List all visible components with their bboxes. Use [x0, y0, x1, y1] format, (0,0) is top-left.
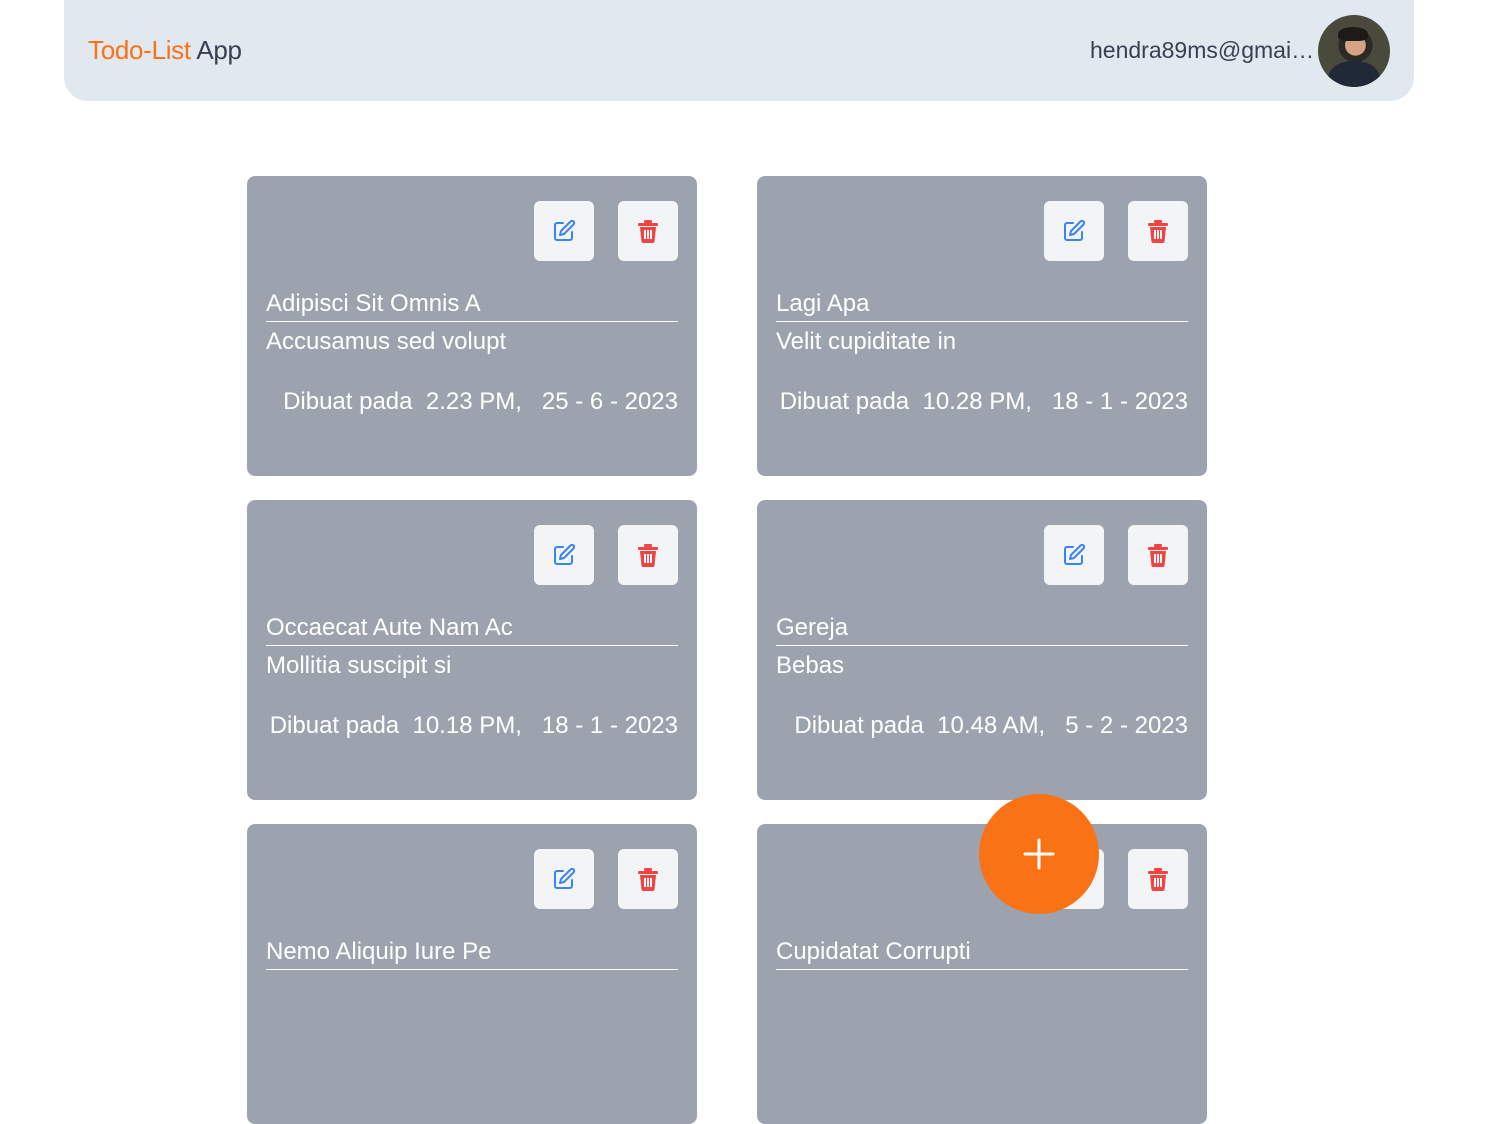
app-header: Todo-List App hendra89ms@gmail.com: [64, 0, 1414, 101]
trash-icon: [638, 544, 658, 567]
todo-title: Adipisci Sit Omnis A: [266, 288, 678, 322]
avatar[interactable]: [1318, 14, 1390, 87]
add-todo-button[interactable]: [979, 794, 1099, 914]
user-email: hendra89ms@gmail.com: [1090, 37, 1316, 63]
todo-description: Mollitia suscipit si: [266, 652, 452, 679]
created-label: Dibuat pada: [794, 712, 924, 739]
created-date: 18 - 1 - 2023: [541, 712, 678, 739]
delete-button[interactable]: [1128, 525, 1188, 585]
plus-icon: [1023, 838, 1055, 870]
edit-icon: [1064, 219, 1086, 241]
created-time: 10.28 PM,: [922, 388, 1032, 415]
todo-created-date: Dibuat pada 10.18 PM, 18 - 1 - 2023: [270, 710, 678, 742]
delete-button[interactable]: [618, 525, 678, 585]
created-time: 2.23 PM,: [425, 388, 522, 415]
trash-icon: [638, 220, 658, 243]
todo-description: Accusamus sed volupt: [266, 328, 507, 355]
created-time: 10.48 AM,: [937, 712, 1046, 739]
todo-title: Gereja: [776, 612, 1188, 646]
edit-button[interactable]: [534, 201, 594, 261]
edit-button[interactable]: [1044, 525, 1104, 585]
trash-icon: [1148, 868, 1168, 891]
app-title-accent: Todo-List: [88, 35, 191, 65]
todo-created-date: Dibuat pada 10.28 PM, 18 - 1 - 2023: [780, 386, 1188, 418]
delete-button[interactable]: [618, 201, 678, 261]
app-title: Todo-List App: [88, 35, 242, 66]
created-time: 10.18 PM,: [412, 712, 522, 739]
todo-card: Nemo Aliquip Iure Pe: [247, 824, 697, 1124]
trash-icon: [1148, 220, 1168, 243]
todo-title: Cupidatat Corrupti: [776, 936, 1188, 970]
todo-title: Occaecat Aute Nam Ac: [266, 612, 678, 646]
todo-description: Bebas: [776, 652, 845, 679]
todo-grid: Adipisci Sit Omnis A Accusamus sed volupt…: [247, 176, 1207, 1124]
todo-title: Lagi Apa: [776, 288, 1188, 322]
created-label: Dibuat pada: [283, 388, 413, 415]
created-date: 5 - 2 - 2023: [1065, 712, 1188, 739]
trash-icon: [638, 868, 658, 891]
created-label: Dibuat pada: [779, 388, 910, 415]
todo-title: Nemo Aliquip Iure Pe: [266, 936, 678, 970]
created-date: 25 - 6 - 2023: [541, 388, 678, 415]
created-date: 18 - 1 - 2023: [1051, 388, 1188, 415]
trash-icon: [1148, 544, 1168, 567]
edit-button[interactable]: [1044, 201, 1104, 261]
delete-button[interactable]: [1128, 849, 1188, 909]
user-info[interactable]: hendra89ms@gmail.com: [1090, 14, 1390, 87]
delete-button[interactable]: [1128, 201, 1188, 261]
edit-icon: [554, 543, 576, 565]
edit-icon: [554, 219, 576, 241]
todo-created-date: Dibuat pada 2.23 PM, 25 - 6 - 2023: [283, 386, 678, 418]
delete-button[interactable]: [618, 849, 678, 909]
todo-card: Lagi Apa Velit cupiditate in Dibuat pada 1…: [757, 176, 1207, 476]
todo-card: Occaecat Aute Nam Ac Mollitia suscipit si…: [247, 500, 697, 800]
todo-description: Velit cupiditate in: [776, 328, 957, 355]
todo-card: Gereja Bebas Dibuat pada 10.48 AM, 5 - 2 -…: [757, 500, 1207, 800]
created-label: Dibuat pada: [269, 712, 400, 739]
edit-button[interactable]: [534, 849, 594, 909]
edit-icon: [1064, 543, 1086, 565]
app-title-rest: App: [196, 35, 242, 65]
edit-icon: [554, 867, 576, 889]
todo-created-date: Dibuat pada 10.48 AM, 5 - 2 - 2023: [794, 710, 1188, 742]
todo-card: Adipisci Sit Omnis A Accusamus sed volupt…: [247, 176, 697, 476]
edit-button[interactable]: [534, 525, 594, 585]
